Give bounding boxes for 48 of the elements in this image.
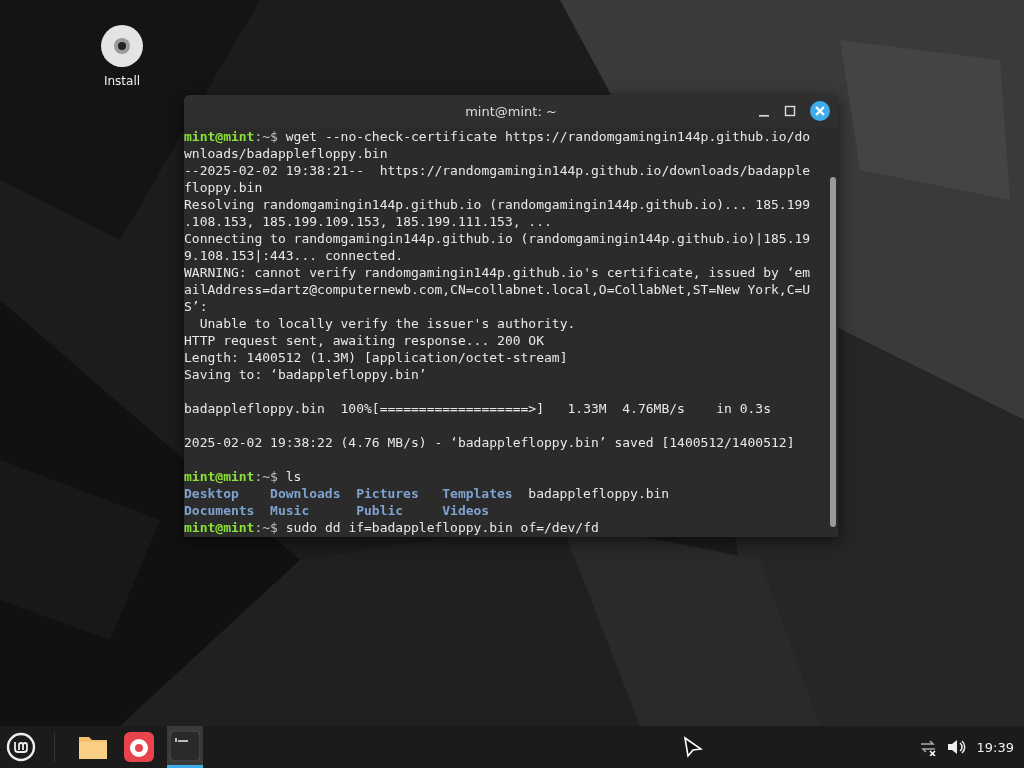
command-text: sudo dd if=badapplefloppy.bin of=/dev/fd — [284, 520, 599, 535]
output-line: floppy.bin — [184, 179, 264, 196]
window-title: mint@mint: ~ — [465, 103, 557, 119]
command-text: ls — [284, 469, 302, 484]
prompt-path: :~$ — [254, 129, 278, 144]
directory-name: Music — [270, 502, 311, 519]
volume-icon[interactable] — [946, 738, 967, 756]
output-line: wnloads/badapplefloppy.bin — [184, 145, 389, 162]
prompt-path: :~$ — [254, 469, 278, 484]
prompt-user: mint@mint — [184, 129, 255, 144]
output-line: S’: — [184, 298, 209, 315]
directory-name: Templates — [442, 485, 514, 502]
output-line: Length: 1400512 (1.3M) [application/octet-stream] — [184, 349, 569, 366]
output-line: .108.153, 185.199.109.153, 185.199.111.153, ... — [184, 213, 553, 230]
terminal-icon — [170, 730, 200, 761]
directory-name: Videos — [442, 502, 491, 519]
prompt-user: mint@mint — [184, 469, 255, 484]
prompt-path: :~$ — [254, 520, 278, 535]
desktop-icon-label[interactable]: Install — [103, 74, 141, 88]
pointer-icon — [683, 736, 703, 758]
directory-name: Desktop — [184, 485, 240, 502]
output-line: 2025-02-02 19:38:22 (4.76 MB/s) - ‘badapplefloppy.bin’ saved [1400512/1400512] — [184, 434, 796, 451]
output-line: Saving to: ‘badapplefloppy.bin’ — [184, 366, 428, 383]
output-line: HTTP request sent, awaiting response... 200 OK — [184, 332, 546, 349]
directory-name: Pictures — [356, 485, 420, 502]
output-line: WARNING: cannot verify randomgamingin144p.github.io's certificate, issued by ‘em — [184, 264, 812, 281]
taskbar-app[interactable] — [167, 726, 203, 768]
output-line: badapplefloppy.bin 100%[===================>] 1.33M 4.76MB/s in 0.3s — [184, 400, 772, 417]
directory-name: Downloads — [270, 485, 342, 502]
directory-name: Documents — [184, 502, 256, 519]
disc-icon[interactable] — [100, 24, 144, 68]
output-line: Unable to locally verify the issuer's authority. — [198, 315, 577, 332]
maximize-icon[interactable] — [784, 105, 796, 117]
menu-logo-icon[interactable] — [6, 732, 36, 762]
output-line: Connecting to randomgamingin144p.github.io (randomgamingin144p.github.io)|185.19 — [184, 230, 812, 247]
output-line: --2025-02-02 19:38:21-- https://randomgamingin144p.github.io/downloads/badapple — [184, 162, 812, 179]
directory-name: Public — [356, 502, 405, 519]
output-line: 9.108.153|:443... connected. — [184, 247, 405, 264]
command-text: wget --no-check-certificate https://randomgamingin144p.github.io/do — [284, 129, 811, 144]
scrollbar[interactable] — [830, 177, 836, 527]
folder-icon — [78, 734, 108, 760]
prompt-user: mint@mint — [184, 520, 255, 535]
output-line: Resolving randomgamingin144p.github.io (randomgamingin144p.github.io)... 185.199 — [184, 196, 812, 213]
clock[interactable]: 19:39 — [976, 739, 1014, 755]
output-line: ailAddress=dartz@computernewb.com,CN=collabnet.local,O=CollabNet,ST=New York,C=U — [184, 281, 812, 298]
file-name: badapplefloppy.bin — [528, 485, 671, 502]
network-disconnected-icon[interactable] — [918, 738, 937, 756]
close-icon[interactable] — [810, 101, 830, 121]
